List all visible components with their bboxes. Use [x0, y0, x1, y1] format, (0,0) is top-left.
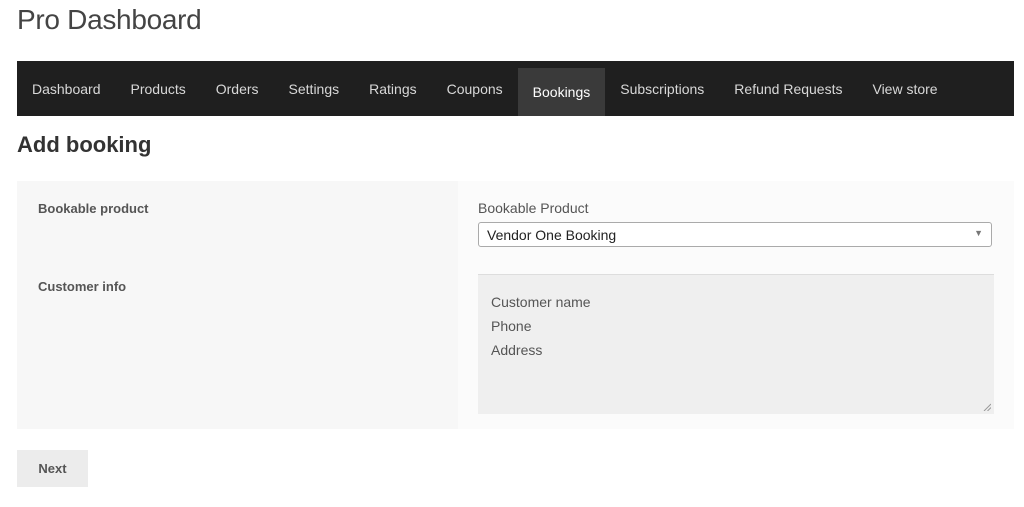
customer-info-placeholder: Customer name Phone Address — [491, 290, 591, 362]
next-button[interactable]: Next — [17, 450, 88, 487]
form-fields-column: Bookable Product Vendor One Booking ▼ Cu… — [458, 181, 1014, 429]
nav-item-view-store[interactable]: View store — [857, 61, 952, 116]
bookable-product-selected-value: Vendor One Booking — [487, 227, 617, 243]
nav-item-coupons[interactable]: Coupons — [432, 61, 518, 116]
customer-info-label: Customer info — [38, 279, 127, 294]
nav-item-orders[interactable]: Orders — [201, 61, 274, 116]
resize-grip-icon[interactable] — [983, 403, 991, 411]
customer-info-textarea[interactable]: Customer name Phone Address — [478, 274, 994, 414]
nav-item-products[interactable]: Products — [116, 61, 201, 116]
phone-line: Phone — [491, 318, 532, 334]
page-title: Add booking — [17, 132, 152, 157]
site-title: Pro Dashboard — [17, 4, 202, 35]
form-labels-column: Bookable product Customer info — [17, 181, 458, 429]
nav-item-refund-requests[interactable]: Refund Requests — [719, 61, 857, 116]
nav-item-ratings[interactable]: Ratings — [354, 61, 431, 116]
nav-item-dashboard[interactable]: Dashboard — [17, 61, 116, 116]
main-nav: Dashboard Products Orders Settings Ratin… — [17, 61, 1014, 116]
nav-item-bookings[interactable]: Bookings — [517, 68, 606, 116]
nav-item-settings[interactable]: Settings — [274, 61, 355, 116]
nav-item-subscriptions[interactable]: Subscriptions — [605, 61, 719, 116]
customer-name-line: Customer name — [491, 294, 591, 310]
bookable-product-caption: Bookable Product — [478, 200, 589, 216]
bookable-product-label: Bookable product — [38, 201, 149, 216]
booking-form: Bookable product Customer info Bookable … — [17, 181, 1014, 429]
triangle-down-icon: ▼ — [974, 228, 983, 238]
bookable-product-select[interactable]: Vendor One Booking ▼ — [478, 222, 992, 247]
address-line: Address — [491, 342, 543, 358]
